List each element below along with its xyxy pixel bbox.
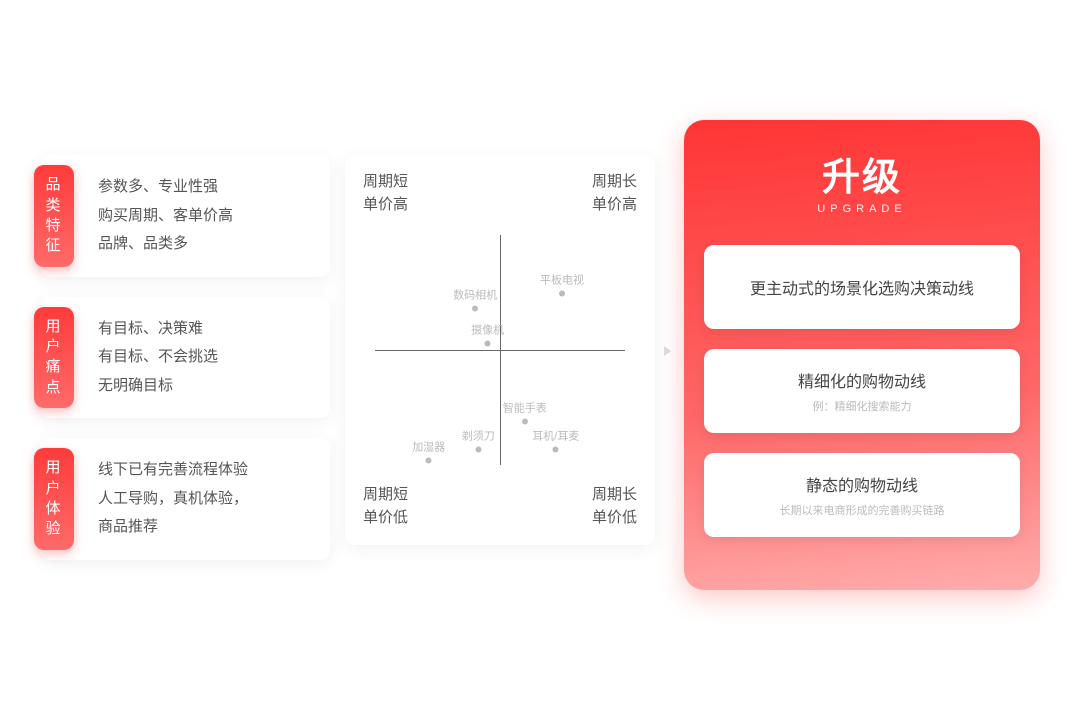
quadrant-point: 耳机/耳麦 — [532, 427, 579, 452]
upgrade-item: 更主动式的场景化选购决策动线 — [704, 245, 1020, 329]
quadrant-label-top-left: 周期短 单价高 — [363, 171, 408, 216]
quadrant-label-bottom-right: 周期长 单价低 — [592, 484, 637, 529]
quadrant-point: 摄像机 — [471, 322, 504, 347]
quadrant-point: 智能手表 — [503, 400, 547, 425]
upgrade-item-sub: 例：精细化搜索能力 — [813, 398, 912, 414]
upgrade-item: 静态的购物动线 长期以来电商形成的完善购买链路 — [704, 453, 1020, 537]
info-lines: 有目标、决策难有目标、不会挑选无明确目标 — [98, 315, 312, 401]
upgrade-subtitle: UPGRADE — [817, 203, 906, 215]
upgrade-items: 更主动式的场景化选购决策动线 精细化的购物动线 例：精细化搜索能力 静态的购物动… — [704, 245, 1020, 537]
quadrant-card: 周期短 单价高 周期长 单价高 周期短 单价低 周期长 单价低 平板电视数码相机… — [345, 155, 655, 545]
info-tag: 用户体验 — [34, 448, 74, 550]
arrow-right-icon — [664, 346, 671, 356]
quadrant-label-top-right: 周期长 单价高 — [592, 171, 637, 216]
quadrant-point: 数码相机 — [453, 287, 497, 312]
left-column: 品类特征 参数多、专业性强购买周期、客单价高品牌、品类多 用户痛点 有目标、决策… — [40, 155, 330, 560]
upgrade-title: 升级 — [822, 146, 902, 201]
info-tag: 用户痛点 — [34, 307, 74, 409]
upgrade-item-main: 静态的购物动线 — [806, 472, 918, 496]
quadrant-point: 平板电视 — [540, 271, 584, 296]
info-card-experience: 用户体验 线下已有完善流程体验人工导购，真机体验，商品推荐 — [40, 438, 330, 560]
upgrade-item-main: 更主动式的场景化选购决策动线 — [750, 275, 974, 299]
info-lines: 参数多、专业性强购买周期、客单价高品牌、品类多 — [98, 173, 312, 259]
upgrade-item: 精细化的购物动线 例：精细化搜索能力 — [704, 349, 1020, 433]
axis-vertical — [500, 235, 501, 465]
quadrant-label-bottom-left: 周期短 单价低 — [363, 484, 408, 529]
info-card-painpoint: 用户痛点 有目标、决策难有目标、不会挑选无明确目标 — [40, 297, 330, 419]
info-card-category: 品类特征 参数多、专业性强购买周期、客单价高品牌、品类多 — [40, 155, 330, 277]
upgrade-item-sub: 长期以来电商形成的完善购买链路 — [780, 502, 945, 518]
info-lines: 线下已有完善流程体验人工导购，真机体验，商品推荐 — [98, 456, 312, 542]
quadrant-point: 剃须刀 — [462, 427, 495, 452]
upgrade-panel: 升级 UPGRADE 更主动式的场景化选购决策动线 精细化的购物动线 例：精细化… — [684, 120, 1040, 590]
quadrant-point: 加湿器 — [412, 439, 445, 464]
info-tag: 品类特征 — [34, 165, 74, 267]
upgrade-item-main: 精细化的购物动线 — [798, 368, 926, 392]
